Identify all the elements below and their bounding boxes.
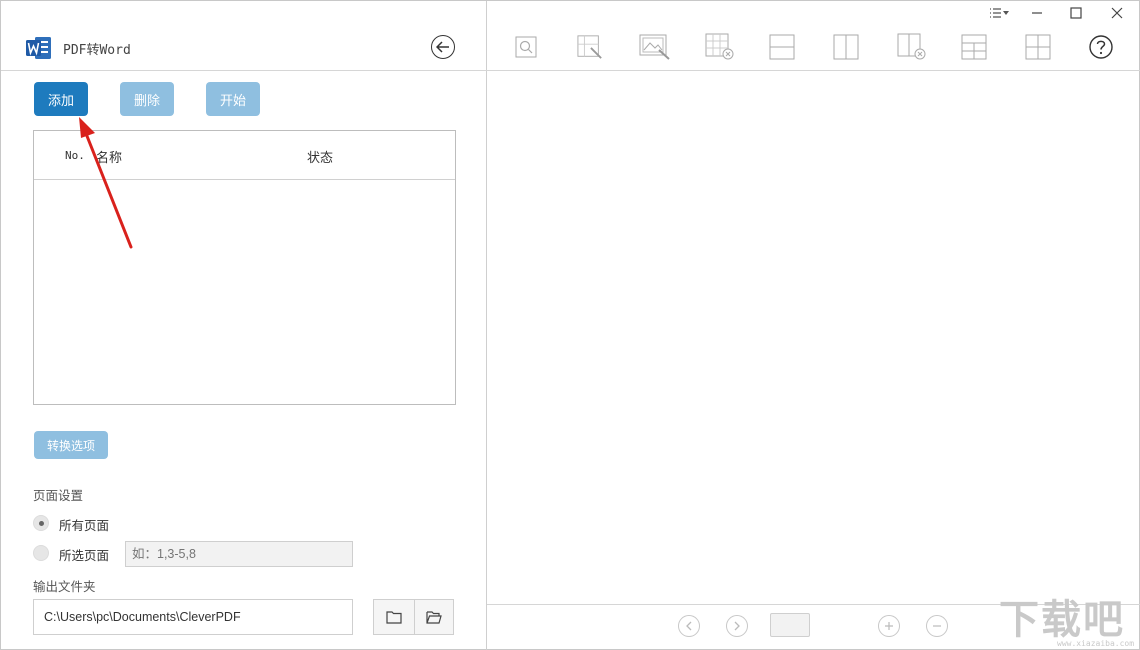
folder-open-icon: [426, 611, 442, 624]
delete-grid-tool[interactable]: [705, 33, 735, 60]
menu-button[interactable]: [987, 5, 1013, 21]
all-pages-radio[interactable]: [33, 515, 49, 531]
preview-toolbar: [487, 1, 1140, 71]
maximize-icon: [1070, 7, 1082, 19]
column-header-name: 名称: [96, 151, 123, 166]
word-logo-icon: [26, 37, 51, 59]
horizontal-split-icon: [769, 34, 795, 60]
image-edit-icon: [639, 34, 670, 60]
preview-panel: [487, 1, 1140, 650]
delete-grid-icon: [705, 33, 734, 60]
output-folder-label: 输出文件夹: [33, 579, 96, 594]
zoom-tool[interactable]: [513, 34, 539, 60]
table-layout-tool[interactable]: [961, 34, 987, 60]
watermark-text: 下载吧: [999, 597, 1125, 643]
column-header-status: 状态: [307, 151, 334, 166]
minimize-icon: [1032, 12, 1042, 14]
edit-area-tool[interactable]: [577, 34, 603, 60]
arrow-left-icon: [436, 41, 449, 53]
folder-button-group: [373, 599, 454, 635]
vertical-split-tool[interactable]: [833, 34, 859, 60]
app-window: PDF转Word 添加 删除 开始 No. 名称 状态 转换选项 页面设置 所有…: [0, 0, 1140, 650]
open-folder-button[interactable]: [413, 600, 454, 634]
start-button[interactable]: 开始: [206, 82, 260, 116]
minimize-button[interactable]: [1024, 5, 1050, 21]
all-pages-label[interactable]: 所有页面: [59, 515, 109, 534]
conversion-options-button[interactable]: 转换选项: [34, 431, 108, 459]
page-settings-label: 页面设置: [33, 488, 84, 503]
app-title: PDF转Word: [63, 43, 131, 58]
delete-column-icon: [897, 33, 926, 60]
page-range-input[interactable]: [125, 541, 353, 567]
add-button[interactable]: 添加: [34, 82, 88, 116]
chevron-left-icon: [686, 621, 692, 631]
back-button[interactable]: [431, 35, 455, 59]
next-page-button[interactable]: [726, 615, 748, 637]
zoom-out-button[interactable]: [926, 615, 948, 637]
grid-layout-tool[interactable]: [1025, 34, 1051, 60]
selected-pages-label[interactable]: 所选页面: [59, 545, 109, 564]
close-button[interactable]: [1104, 5, 1130, 21]
page-number-box[interactable]: [770, 613, 810, 637]
app-header: PDF转Word: [1, 1, 487, 71]
delete-button[interactable]: 删除: [120, 82, 174, 116]
file-list-table[interactable]: No. 名称 状态: [33, 130, 456, 405]
edit-area-icon: [577, 35, 602, 59]
folder-icon: [386, 611, 402, 624]
vertical-split-icon: [833, 34, 859, 60]
minus-icon: [933, 625, 941, 627]
maximize-button[interactable]: [1063, 5, 1089, 21]
close-icon: [1111, 7, 1123, 19]
menu-icon: [990, 8, 1009, 18]
table-header: No. 名称 状态: [34, 131, 455, 180]
horizontal-split-tool[interactable]: [769, 34, 795, 60]
table-layout-icon: [961, 34, 987, 60]
previous-page-button[interactable]: [678, 615, 700, 637]
plus-icon: [885, 622, 893, 630]
selected-pages-radio[interactable]: [33, 545, 49, 561]
image-edit-tool[interactable]: [639, 34, 671, 60]
column-header-no: No.: [65, 149, 85, 162]
zoom-icon: [515, 36, 537, 58]
chevron-right-icon: [734, 621, 740, 631]
watermark-url: www.xiazaiba.com: [1057, 639, 1135, 648]
help-icon: [1089, 35, 1113, 59]
output-path-input[interactable]: [33, 599, 353, 635]
zoom-in-button[interactable]: [878, 615, 900, 637]
grid-layout-icon: [1025, 34, 1051, 60]
left-panel: PDF转Word 添加 删除 开始 No. 名称 状态 转换选项 页面设置 所有…: [1, 1, 487, 650]
delete-column-tool[interactable]: [897, 33, 927, 60]
browse-folder-button[interactable]: [374, 600, 414, 634]
help-button[interactable]: [1088, 34, 1114, 60]
